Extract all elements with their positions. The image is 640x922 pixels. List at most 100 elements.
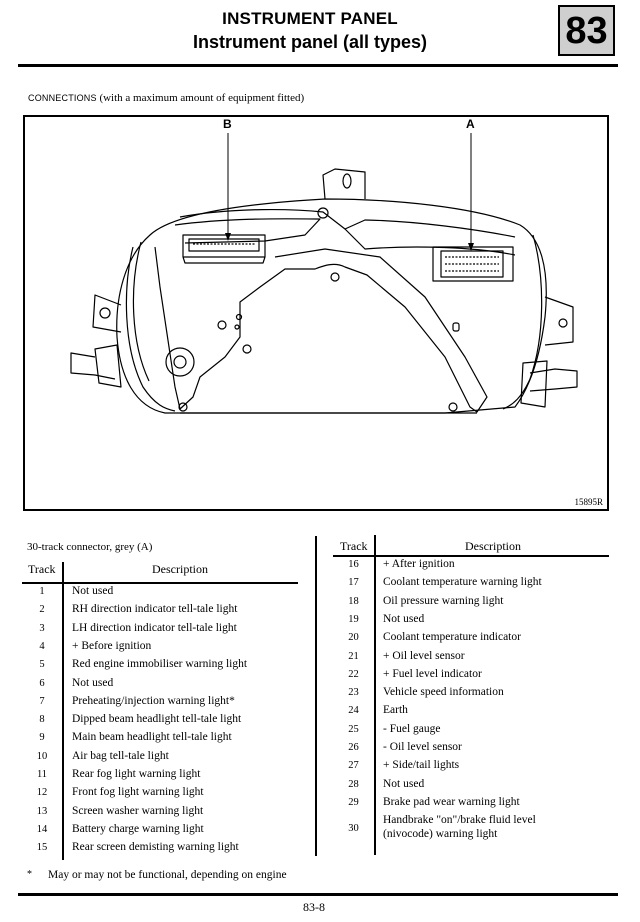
track-column-header: Track (28, 562, 56, 576)
track-number: 13 (36, 805, 48, 817)
track-description: Vehicle speed information (383, 686, 504, 699)
connector-a-label: A (466, 117, 475, 131)
track-description: Preheating/injection warning light* (72, 694, 235, 707)
track-description: Rear fog light warning light (72, 768, 201, 780)
track-description: - Fuel gauge (383, 722, 441, 735)
track-number: 20 (348, 632, 359, 644)
track-description: Not used (383, 612, 425, 625)
table-row: 30 Handbrake "on"/brake fluid level (nivoc… (333, 814, 609, 849)
connector-a-table-right: Track Description 16 + After ignition 17 Co… (333, 535, 609, 855)
table-row: 26 - Oil level sensor (333, 741, 609, 759)
mount-hole (234, 324, 240, 330)
track-description: RH direction indicator tell-tale light (72, 603, 238, 616)
mount-hole (448, 402, 458, 412)
footnote-marker: * (27, 869, 32, 880)
track-description: + Oil level sensor (383, 649, 465, 662)
track-description: Not used (72, 676, 114, 689)
track-column-header: Track (340, 539, 368, 553)
table-row: 17 Coolant temperature warning light (333, 576, 609, 594)
track-number: 8 (39, 714, 45, 726)
track-number: 17 (348, 577, 359, 589)
track-description: Dipped beam headlight tell-tale light (72, 713, 242, 726)
table-row: 13 Screen washer warning light (22, 805, 298, 823)
left-plug (70, 352, 116, 380)
track-number: 30 (348, 823, 359, 835)
track-description: Battery charge warning light (72, 822, 204, 835)
track-number: 21 (348, 650, 359, 662)
figure-reference: 15895R (574, 497, 603, 507)
mount-hole (165, 347, 195, 377)
table-row: 12 Front fog light warning light (22, 786, 298, 804)
table-row: 5 Red engine immobiliser warning light (22, 658, 298, 676)
track-description: Rear screen demisting warning light (72, 841, 239, 854)
instrument-panel-drawing (70, 133, 578, 414)
connections-heading-rest: (with a maximum amount of equipment fitt… (99, 92, 305, 104)
track-number: 12 (36, 787, 48, 799)
left-tab-hole (99, 307, 111, 319)
bracket-hole (342, 173, 352, 189)
track-number: 15 (36, 842, 48, 854)
table-row: 10 Air bag tell-tale light (22, 750, 298, 768)
track-number: 7 (39, 695, 45, 707)
track-number: 1 (39, 586, 45, 597)
rail-pivot (317, 207, 329, 219)
mount-hole-inner (173, 355, 187, 369)
housing-inner-arc (125, 246, 176, 412)
track-description: Screen washer warning light (72, 804, 204, 817)
table-row: 4 + Before ignition (22, 640, 298, 658)
track-number: 26 (348, 742, 359, 753)
connector-a-table-left: Track Description 1 Not used 2 RH direction… (22, 562, 298, 862)
track-number: 25 (348, 723, 359, 735)
footnote-text: May or may not be functional, depending … (48, 869, 287, 881)
description-column-header: Description (152, 562, 208, 576)
table-row: 29 Brake pad wear warning light (333, 796, 609, 814)
table-row: 22 + Fuel level indicator (333, 668, 609, 686)
description-column-header: Description (465, 539, 521, 553)
track-number: 10 (36, 750, 48, 762)
table-row: 25 - Fuel gauge (333, 723, 609, 741)
track-description: Not used (72, 585, 114, 597)
track-description: Oil pressure warning light (383, 594, 504, 607)
top-rail (179, 208, 516, 238)
track-description-line2: (nivocode) warning light (383, 828, 498, 841)
mount-hole (235, 313, 243, 321)
track-number: 16 (348, 559, 359, 570)
track-number: 23 (348, 687, 359, 699)
mount-hole (217, 320, 227, 330)
track-number: 18 (348, 595, 359, 607)
track-number: 28 (348, 778, 359, 790)
track-description: Main beam headlight tell-tale light (72, 731, 232, 744)
track-number: 5 (39, 659, 45, 671)
table-row: 3 LH direction indicator tell-tale light (22, 622, 298, 640)
track-number: 2 (39, 604, 45, 616)
track-number: 9 (39, 732, 45, 744)
track-description: Not used (383, 777, 425, 790)
track-number: 14 (36, 823, 48, 835)
track-description: Front fog light warning light (72, 786, 204, 799)
callout-arrowhead-b (225, 233, 231, 241)
table-row: 8 Dipped beam headlight tell-tale light (22, 713, 298, 731)
track-description: Coolant temperature warning light (383, 576, 542, 589)
table-row: 9 Main beam headlight tell-tale light (22, 731, 298, 749)
table-row: 19 Not used (333, 613, 609, 631)
connector-b-label: B (223, 117, 232, 131)
connector-a-caption: 30-track connector, grey (A) (27, 541, 153, 553)
track-description: + After ignition (383, 558, 455, 570)
table-row: 11 Rear fog light warning light (22, 768, 298, 786)
track-description: LH direction indicator tell-tale light (72, 621, 237, 634)
track-description: Earth (383, 704, 408, 717)
table-row: 28 Not used (333, 778, 609, 796)
table-row: 15 Rear screen demisting warning light (22, 841, 298, 859)
table-row: 2 RH direction indicator tell-tale light (22, 603, 298, 621)
chapter-number-badge: 83 (558, 5, 615, 56)
page-number: 83-8 (303, 900, 325, 914)
table-row: 21 + Oil level sensor (333, 650, 609, 668)
track-description: Handbrake "on"/brake fluid level (383, 814, 536, 827)
track-number: 6 (39, 677, 45, 689)
track-description: Brake pad wear warning light (383, 795, 520, 808)
track-number: 29 (348, 796, 359, 808)
table-row: 16 + After ignition (333, 558, 609, 576)
track-number: 27 (348, 760, 359, 772)
mount-hole (242, 344, 252, 354)
track-description: - Oil level sensor (383, 741, 462, 753)
